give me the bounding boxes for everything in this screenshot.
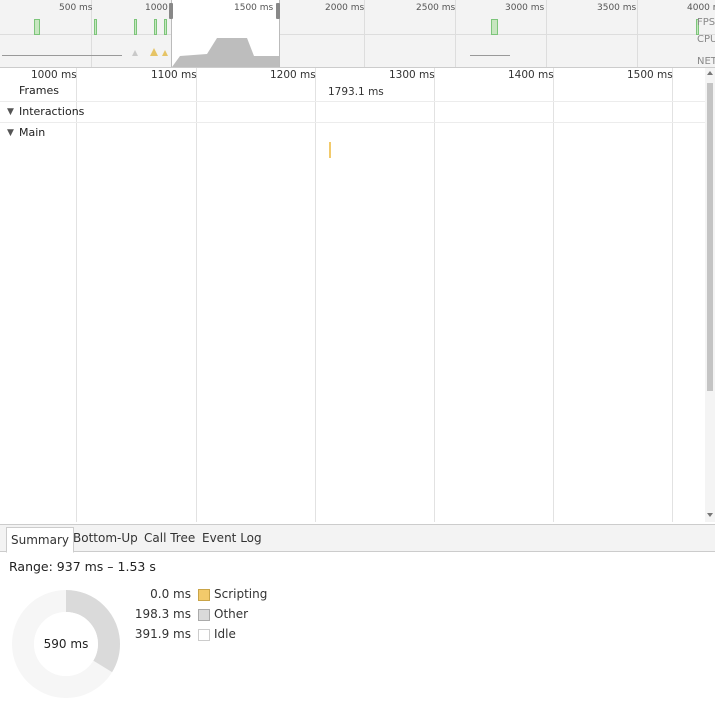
overview-right-handle[interactable] xyxy=(276,3,280,19)
cpu-chart xyxy=(172,38,279,67)
frames-track-label[interactable]: Frames xyxy=(19,84,59,97)
idle-swatch xyxy=(198,629,210,641)
expand-triangle-icon[interactable]: ▼ xyxy=(7,107,14,117)
fps-bar xyxy=(154,19,157,35)
ruler-tick-label: 1000 ms xyxy=(31,69,77,81)
main-track-label: Main xyxy=(19,126,46,139)
overview-tick-label: 2000 ms xyxy=(325,3,365,13)
legend-value: 198.3 ms xyxy=(134,607,191,621)
legend-value: 391.9 ms xyxy=(134,627,191,641)
ruler-tick-label: 1400 ms xyxy=(508,69,554,81)
net-row-label: NET xyxy=(697,56,715,67)
scrollbar-thumb[interactable] xyxy=(707,83,713,391)
main-track-header[interactable]: ▼ Main xyxy=(0,123,705,143)
cpu-row-label: CPU xyxy=(697,34,715,45)
fps-bar xyxy=(491,19,498,35)
ruler-tick-label: 1100 ms xyxy=(151,69,197,81)
fps-bar xyxy=(134,19,137,35)
expand-triangle-icon[interactable]: ▼ xyxy=(7,128,14,138)
legend-label: Idle xyxy=(214,627,236,641)
tab-summary[interactable]: Summary xyxy=(6,527,74,553)
legend-value: 0.0 ms xyxy=(150,587,191,601)
overview-tick-label: 1500 ms xyxy=(234,3,274,13)
fps-row-label: FPS xyxy=(697,17,715,28)
fps-bar xyxy=(164,19,167,35)
interactions-track-header[interactable]: ▼ Interactions xyxy=(0,102,705,122)
summary-total: 590 ms xyxy=(43,637,89,651)
tab-call-tree[interactable]: Call Tree xyxy=(140,525,199,551)
ruler-tick-label: 1200 ms xyxy=(270,69,316,81)
frame-duration-label: 1793.1 ms xyxy=(328,86,384,98)
legend-label: Other xyxy=(214,607,249,621)
cpu-activity xyxy=(470,55,510,56)
scripting-swatch xyxy=(198,589,210,601)
overview-tick-label: 2500 ms xyxy=(416,3,456,13)
overview-tick-label: 4000 ms xyxy=(687,3,715,13)
overview-row-divider xyxy=(0,34,715,35)
details-tab-bar: Summary Bottom-Up Call Tree Event Log xyxy=(0,524,715,553)
scroll-down-icon[interactable] xyxy=(706,512,714,518)
ruler-tick-label: 1300 ms xyxy=(389,69,435,81)
scripting-event-slice[interactable] xyxy=(329,142,331,158)
tab-bottom-up[interactable]: Bottom-Up xyxy=(69,525,142,551)
fps-bar xyxy=(94,19,97,35)
overview-tick-label: 3500 ms xyxy=(597,3,637,13)
other-swatch xyxy=(198,609,210,621)
overview-tick-label: 500 ms xyxy=(59,3,93,13)
legend-label: Scripting xyxy=(214,587,268,601)
cpu-activity xyxy=(2,55,122,56)
overview-tick-label: 3000 ms xyxy=(505,3,545,13)
cpu-scripting-spikes xyxy=(132,48,168,56)
time-ruler[interactable]: 1000 ms 1100 ms 1200 ms 1300 ms 1400 ms … xyxy=(0,68,705,100)
scroll-up-icon[interactable] xyxy=(706,70,714,76)
fps-bar xyxy=(34,19,40,35)
tab-event-log[interactable]: Event Log xyxy=(198,525,266,551)
timeline-overview[interactable]: 500 ms 1000 ms 1500 ms 2000 ms 2500 ms 3… xyxy=(0,0,715,68)
interactions-track-label: Interactions xyxy=(19,105,85,118)
summary-range: Range: 937 ms – 1.53 s xyxy=(9,559,156,574)
ruler-tick-label: 1500 ms xyxy=(627,69,673,81)
overview-tick-label: 1000 ms xyxy=(145,3,170,13)
